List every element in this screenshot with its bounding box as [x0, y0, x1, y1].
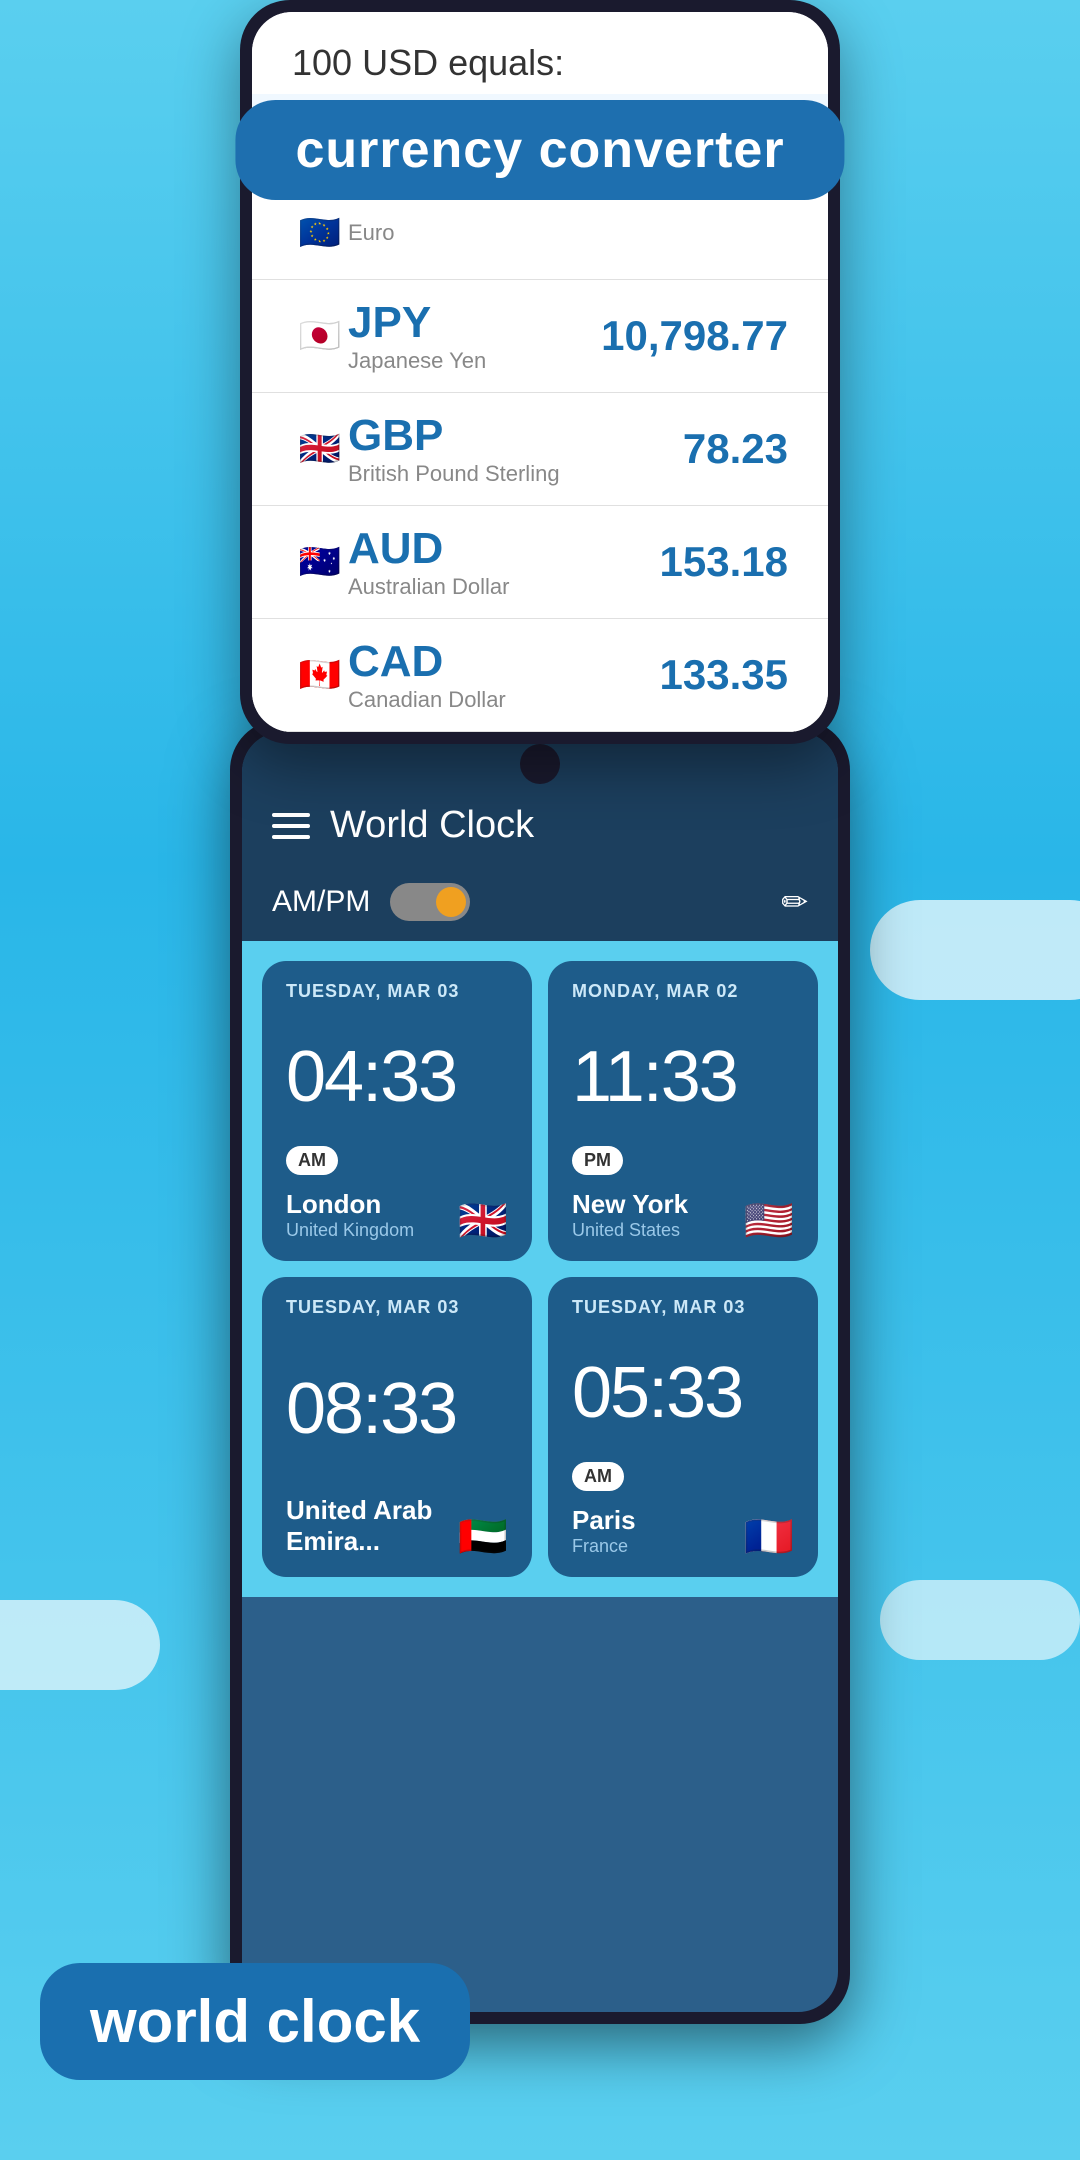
world-clock-label-text: world clock: [90, 1988, 420, 2055]
flag-cad: 🇨🇦: [292, 647, 348, 703]
currency-code-gbp: GBP: [348, 411, 683, 461]
clock-card-paris[interactable]: TUESDAY, MAR 03 05:33 AM Paris France 🇫🇷: [548, 1277, 818, 1577]
currency-header-title: 100 USD equals:: [292, 42, 788, 84]
clock-footer-uae: United Arab Emira... 🇦🇪: [286, 1495, 508, 1557]
hamburger-menu-button[interactable]: [272, 813, 310, 839]
phone-notch: [520, 744, 560, 784]
clock-flag-uae: 🇦🇪: [458, 1517, 508, 1557]
clock-grid: TUESDAY, MAR 03 04:33 AM London United K…: [242, 941, 838, 1597]
clock-footer-london: AM London United Kingdom 🇬🇧: [286, 1146, 508, 1241]
clock-flag-london: 🇬🇧: [458, 1201, 508, 1241]
clock-country-london: United Kingdom: [286, 1220, 414, 1241]
cloud-decoration-2: [880, 1580, 1080, 1660]
currency-name-jpy: Japanese Yen: [348, 348, 601, 374]
ampm-badge-paris: AM: [572, 1462, 624, 1491]
hamburger-line-2: [272, 824, 310, 828]
flag-eur: 🇪🇺: [292, 205, 348, 261]
clock-time-newyork: 11:33: [572, 1036, 794, 1118]
currency-row-jpy[interactable]: 🇯🇵 JPY Japanese Yen 10,798.77: [252, 280, 828, 393]
clock-country-newyork: United States: [572, 1220, 688, 1241]
world-clock-badge: world clock: [40, 1963, 470, 2080]
currency-name-aud: Australian Dollar: [348, 574, 660, 600]
clock-time-uae: 08:33: [286, 1368, 508, 1450]
ampm-toggle-switch[interactable]: [390, 883, 470, 921]
currency-code-cad: CAD: [348, 637, 660, 687]
clock-city-uae: United Arab Emira...: [286, 1495, 458, 1557]
flag-gbp: 🇬🇧: [292, 421, 348, 477]
clock-card-uae[interactable]: TUESDAY, MAR 03 08:33 United Arab Emira.…: [262, 1277, 532, 1577]
clock-footer-newyork: PM New York United States 🇺🇸: [572, 1146, 794, 1241]
currency-value-cad: 133.35: [660, 651, 788, 699]
currency-row-gbp[interactable]: 🇬🇧 GBP British Pound Sterling 78.23: [252, 393, 828, 506]
clock-city-london: London: [286, 1189, 414, 1220]
flag-jpy: 🇯🇵: [292, 308, 348, 364]
ampm-badge-london: AM: [286, 1146, 338, 1175]
currency-value-gbp: 78.23: [683, 425, 788, 473]
currency-info-jpy: JPY Japanese Yen: [348, 298, 601, 374]
world-clock-phone: World Clock AM/PM ✏ TUESDAY, MAR 03 04:3…: [230, 720, 850, 2024]
world-clock-title: World Clock: [330, 804, 534, 847]
currency-code-aud: AUD: [348, 524, 660, 574]
currency-converter-badge: currency converter: [235, 100, 844, 200]
clock-footer-paris: AM Paris France 🇫🇷: [572, 1462, 794, 1557]
clock-date-london: TUESDAY, MAR 03: [286, 981, 508, 1002]
clock-location-newyork: PM New York United States: [572, 1146, 688, 1241]
clock-location-paris: AM Paris France: [572, 1462, 636, 1557]
ampm-label: AM/PM: [272, 885, 370, 919]
hamburger-line-3: [272, 835, 310, 839]
clock-city-paris: Paris: [572, 1505, 636, 1536]
currency-name-cad: Canadian Dollar: [348, 687, 660, 713]
clock-time-paris: 05:33: [572, 1352, 794, 1434]
clock-date-uae: TUESDAY, MAR 03: [286, 1297, 508, 1318]
currency-info-gbp: GBP British Pound Sterling: [348, 411, 683, 487]
phone-screen-world-clock: World Clock AM/PM ✏ TUESDAY, MAR 03 04:3…: [242, 732, 838, 2012]
currency-info-aud: AUD Australian Dollar: [348, 524, 660, 600]
hamburger-line-1: [272, 813, 310, 817]
world-clock-header: World Clock: [242, 784, 838, 867]
currency-value-jpy: 10,798.77: [601, 312, 788, 360]
clock-card-london[interactable]: TUESDAY, MAR 03 04:33 AM London United K…: [262, 961, 532, 1261]
clock-time-london: 04:33: [286, 1036, 508, 1118]
currency-name-eur: Euro: [348, 220, 788, 246]
clock-location-london: AM London United Kingdom: [286, 1146, 414, 1241]
clock-city-newyork: New York: [572, 1189, 688, 1220]
currency-converter-label-text: currency converter: [295, 121, 784, 179]
clock-country-paris: France: [572, 1536, 636, 1557]
cloud-decoration-1: [870, 900, 1080, 1000]
clock-flag-newyork: 🇺🇸: [744, 1201, 794, 1241]
currency-row-eur[interactable]: 🇪🇺 Euro: [252, 187, 828, 280]
clock-card-newyork[interactable]: MONDAY, MAR 02 11:33 PM New York United …: [548, 961, 818, 1261]
currency-code-jpy: JPY: [348, 298, 601, 348]
ampm-badge-newyork: PM: [572, 1146, 623, 1175]
ampm-toggle-bar: AM/PM ✏: [242, 867, 838, 941]
clock-date-newyork: MONDAY, MAR 02: [572, 981, 794, 1002]
currency-row-aud[interactable]: 🇦🇺 AUD Australian Dollar 153.18: [252, 506, 828, 619]
cloud-decoration-3: [0, 1600, 160, 1690]
currency-value-aud: 153.18: [660, 538, 788, 586]
currency-header: 100 USD equals:: [252, 12, 828, 94]
clock-date-paris: TUESDAY, MAR 03: [572, 1297, 794, 1318]
toggle-knob: [436, 887, 466, 917]
clock-flag-paris: 🇫🇷: [744, 1517, 794, 1557]
clock-location-uae: United Arab Emira...: [286, 1495, 458, 1557]
edit-icon[interactable]: ✏: [781, 883, 808, 921]
currency-name-gbp: British Pound Sterling: [348, 461, 683, 487]
flag-aud: 🇦🇺: [292, 534, 348, 590]
currency-info-cad: CAD Canadian Dollar: [348, 637, 660, 713]
currency-info-eur: Euro: [348, 220, 788, 246]
currency-row-cad[interactable]: 🇨🇦 CAD Canadian Dollar 133.35: [252, 619, 828, 732]
